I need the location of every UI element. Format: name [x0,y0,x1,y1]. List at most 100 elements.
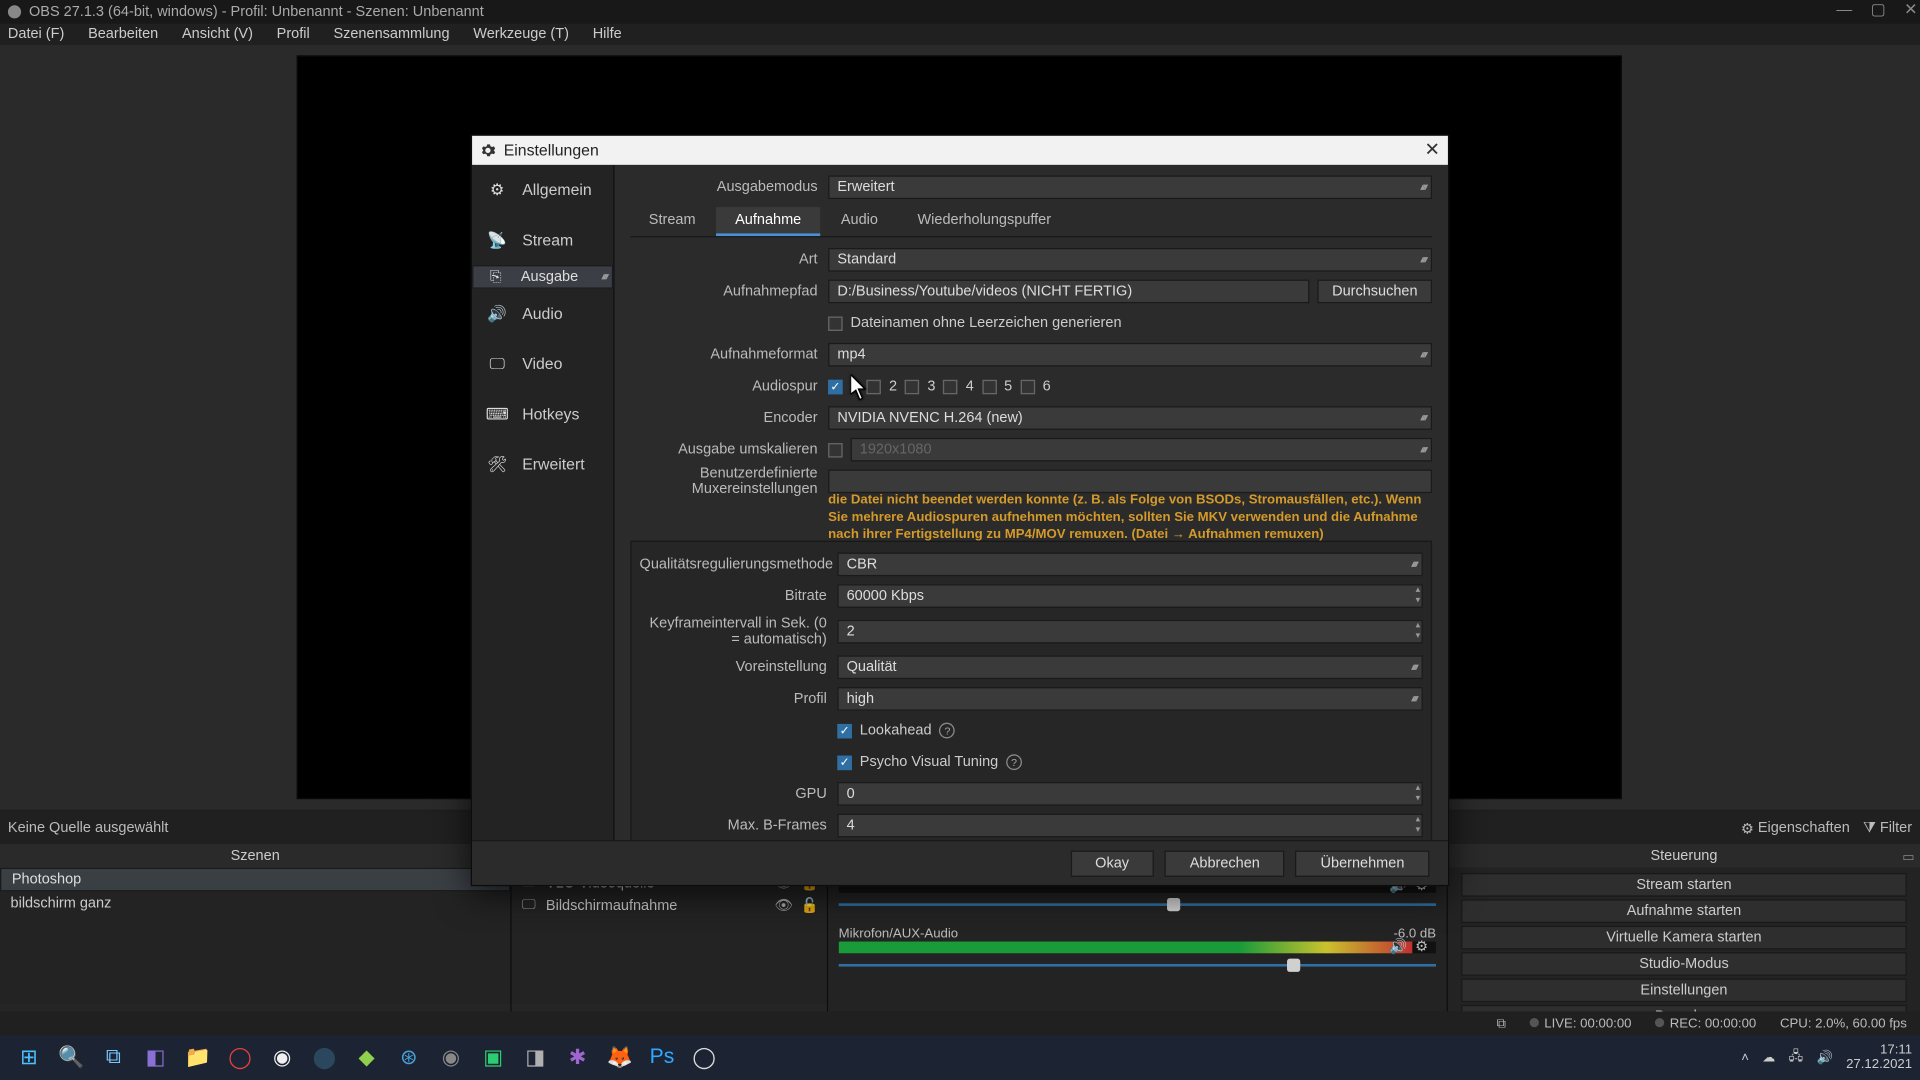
psycho-checkbox[interactable] [837,755,852,770]
windows-taskbar: ⊞🔍⧉◧📁◯◉⬤◆⊛◉▣◨✱🦊Ps◯ ˄ ☁ 🖧 🔊 17:11 27.12.2… [0,1035,1920,1080]
keyboard-icon: ⌨ [483,401,512,427]
volume-slider[interactable]: 🔊⚙ [839,959,1436,972]
studio-mode-button[interactable]: Studio-Modus [1461,952,1907,976]
taskbar-chrome-icon[interactable]: ◉ [264,1039,301,1076]
no-source-selected-label: Keine Quelle ausgewählt [8,820,168,836]
track-1-checkbox[interactable] [828,379,843,394]
format-select[interactable]: mp4 [828,343,1432,367]
menu-help[interactable]: Hilfe [593,26,622,42]
volume-slider[interactable]: 🔊⚙ [839,898,1436,911]
encoder-label: Encoder [630,410,828,426]
taskbar-app7-icon[interactable]: ◯ [686,1039,723,1076]
profile-select[interactable]: high [837,687,1422,711]
output-icon: ⎘ [481,264,510,290]
apply-button[interactable]: Übernehmen [1295,850,1429,876]
dock-icon[interactable]: ⧉ [1497,1016,1506,1031]
taskbar-app4-icon[interactable]: ▣ [475,1039,512,1076]
taskbar-clock[interactable]: 17:11 27.12.2021 [1846,1043,1912,1072]
start-stream-button[interactable]: Stream starten [1461,873,1907,897]
bframes-input[interactable]: 4 [837,814,1422,838]
psycho-help-icon[interactable]: ? [1006,754,1022,770]
recording-path-input[interactable] [828,280,1310,304]
taskbar-steam-icon[interactable]: ⬤ [306,1039,343,1076]
track-settings-icon[interactable]: ⚙ [1415,938,1428,955]
properties-button[interactable]: Eigenschaften [1741,820,1850,837]
dialog-close-button[interactable]: ✕ [1425,138,1440,160]
preset-select[interactable]: Qualität [837,655,1422,679]
track-2-checkbox[interactable] [867,379,882,394]
track-4-checkbox[interactable] [943,379,958,394]
menu-edit[interactable]: Bearbeiten [88,26,158,42]
scene-item[interactable]: bildschirm ganz [0,891,510,915]
rate-control-select[interactable]: CBR [837,553,1422,577]
tray-chevron-icon[interactable]: ˄ [1741,1050,1749,1065]
encoder-select[interactable]: NVIDIA NVENC H.264 (new) [828,406,1432,430]
ok-button[interactable]: Okay [1070,850,1154,876]
taskbar-ps-icon[interactable]: Ps [644,1039,681,1076]
taskbar-app6-icon[interactable]: ✱ [559,1039,596,1076]
taskbar-opera-icon[interactable]: ◯ [222,1039,259,1076]
visibility-icon[interactable]: 👁 [774,897,792,914]
taskbar-taskview-icon[interactable]: ⧉ [95,1039,132,1076]
tab-replay-buffer[interactable]: Wiederholungspuffer [899,207,1070,236]
output-mode-select[interactable]: Erweitert [828,175,1432,199]
filter-button[interactable]: Filter [1863,820,1912,837]
menu-profile[interactable]: Profil [277,26,310,42]
taskbar-explorer-icon[interactable]: 📁 [179,1039,216,1076]
lock-icon[interactable]: 🔓 [801,897,819,914]
taskbar-app3-icon[interactable]: ⊛ [390,1039,427,1076]
taskbar-app2-icon[interactable]: ◆ [348,1039,385,1076]
taskbar-app1-icon[interactable]: ◧ [137,1039,174,1076]
taskbar-firefox-icon[interactable]: 🦊 [601,1039,638,1076]
maximize-button[interactable]: ▢ [1871,0,1886,18]
no-space-checkbox[interactable] [828,316,843,331]
tray-network-icon[interactable]: 🖧 [1789,1046,1804,1068]
mute-icon[interactable]: 🔊 [1389,938,1407,955]
output-mode-label: Ausgabemodus [630,179,828,195]
gpu-label: GPU [640,786,838,802]
category-hotkeys[interactable]: ⌨Hotkeys [472,389,613,439]
tab-audio[interactable]: Audio [822,207,896,236]
settings-button[interactable]: Einstellungen [1461,978,1907,1002]
track-3-checkbox[interactable] [905,379,920,394]
minimize-button[interactable]: — [1836,0,1852,18]
menu-file[interactable]: Datei (F) [8,26,64,42]
rescale-checkbox[interactable] [828,442,843,457]
taskbar-start-icon[interactable]: ⊞ [11,1039,48,1076]
category-audio[interactable]: 🔊Audio [472,289,613,339]
tray-volume-icon[interactable]: 🔊 [1816,1050,1832,1065]
taskbar-obs-icon[interactable]: ◉ [433,1039,470,1076]
gpu-input[interactable]: 0 [837,782,1422,806]
tab-stream[interactable]: Stream [630,207,714,236]
tray-onedrive-icon[interactable]: ☁ [1762,1050,1775,1065]
cancel-button[interactable]: Abbrechen [1165,850,1285,876]
category-video[interactable]: 🖵Video [472,339,613,389]
menu-tools[interactable]: Werkzeuge (T) [473,26,569,42]
preset-label: Voreinstellung [640,659,838,675]
taskbar-search-icon[interactable]: 🔍 [53,1039,90,1076]
keyint-input[interactable]: 2 [837,620,1422,644]
taskbar-app5-icon[interactable]: ◨ [517,1039,554,1076]
category-stream[interactable]: 📡Stream [472,215,613,265]
menu-view[interactable]: Ansicht (V) [182,26,253,42]
dialog-titlebar: Einstellungen ✕ [472,136,1448,165]
close-button[interactable]: ✕ [1904,0,1917,18]
category-advanced[interactable]: 🛠Erweitert [472,439,613,489]
lookahead-checkbox[interactable] [837,723,852,738]
tab-recording[interactable]: Aufnahme [717,207,820,236]
start-virtual-cam-button[interactable]: Virtuelle Kamera starten [1461,926,1907,950]
lookahead-help-icon[interactable]: ? [939,723,955,739]
track-5-checkbox[interactable] [982,379,997,394]
category-general[interactable]: ⚙Allgemein [472,165,613,215]
muxer-input[interactable] [828,469,1432,493]
bitrate-input[interactable]: 60000 Kbps [837,584,1422,608]
browse-button[interactable]: Durchsuchen [1318,280,1432,304]
category-output[interactable]: ⎘Ausgabe [472,265,613,289]
type-select[interactable]: Standard [828,248,1432,272]
scene-item[interactable]: Photoshop [0,868,510,892]
track-6-checkbox[interactable] [1020,379,1035,394]
tools-icon: 🛠 [483,451,512,477]
start-recording-button[interactable]: Aufnahme starten [1461,899,1907,923]
menu-scene-collection[interactable]: Szenensammlung [333,26,449,42]
source-item[interactable]: 🖵Bildschirmaufnahme👁🔓 [512,894,827,916]
